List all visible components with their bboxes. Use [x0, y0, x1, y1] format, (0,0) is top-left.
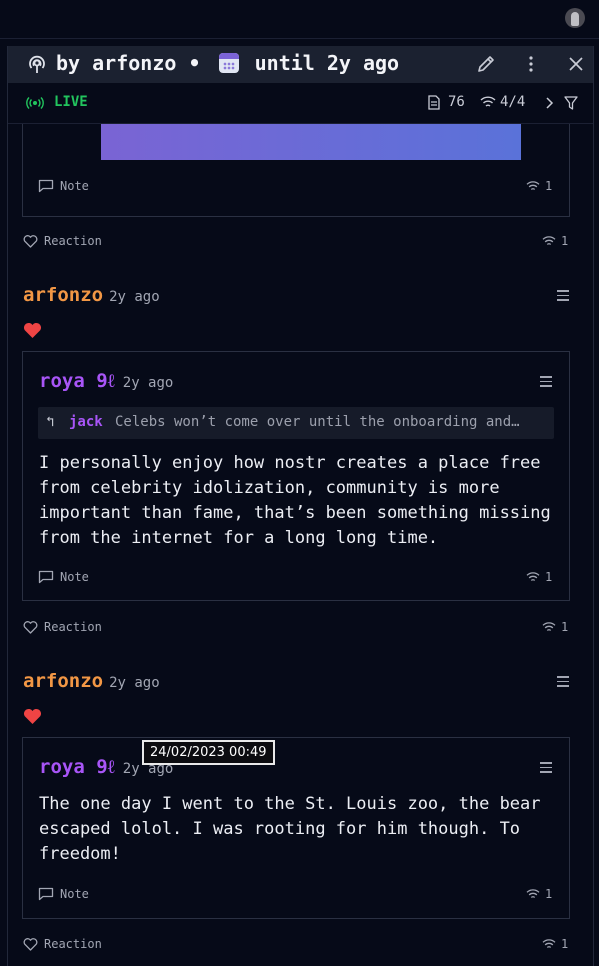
- reply-author[interactable]: jack: [69, 414, 103, 430]
- chat-icon: [38, 179, 54, 193]
- reply-text: Celebs won’t come over until the onboard…: [115, 414, 520, 430]
- heart-icon: [23, 708, 42, 724]
- zap-count: 1: [542, 620, 568, 634]
- live-label: LIVE: [54, 94, 88, 110]
- media-image[interactable]: [101, 124, 521, 160]
- reaction-button[interactable]: Reaction: [23, 234, 102, 248]
- live-dot-icon: [26, 97, 44, 109]
- reaction-label: Reaction: [44, 234, 102, 248]
- reply-arrow-icon: ↰: [46, 414, 55, 430]
- top-bar: [0, 0, 599, 39]
- timestamp[interactable]: 2y ago: [109, 675, 160, 691]
- event-feed: Note 1 Reaction 1 arfonzo 2y ago roya 9ℓ 2…: [8, 124, 593, 966]
- relay-count: 4/4: [500, 94, 526, 110]
- note-author-row: roya 9ℓ 2y ago: [39, 370, 173, 393]
- wifi-icon: [542, 622, 556, 631]
- live-bar: LIVE 76 4/4: [8, 83, 593, 124]
- chat-icon: [38, 887, 54, 901]
- note-label: Note: [60, 570, 89, 584]
- zap-count: 1: [526, 570, 552, 584]
- zap-count: 1: [542, 234, 568, 248]
- zap-count: 1: [542, 937, 568, 951]
- quoted-note-card[interactable]: roya 9ℓ 2y ago The one day I went to the …: [22, 737, 570, 919]
- panel-header: by arfonzo • until 2y ago: [8, 46, 593, 83]
- title-until: until 2y ago: [254, 51, 400, 75]
- wifi-icon: [542, 236, 556, 245]
- author-name[interactable]: arfonzo: [23, 670, 103, 692]
- note-count: 76: [448, 94, 465, 110]
- panel-title: by arfonzo • until 2y ago: [56, 51, 399, 75]
- heart-icon: [23, 621, 38, 634]
- wifi-icon: [542, 939, 556, 948]
- note-button[interactable]: Note: [38, 179, 89, 193]
- kebab-menu-icon[interactable]: [520, 53, 542, 75]
- zap-count: 1: [526, 887, 552, 901]
- wifi-icon: [526, 889, 540, 898]
- title-bullet: •: [188, 51, 201, 75]
- reaction-button[interactable]: Reaction: [23, 937, 102, 951]
- reaction-label: Reaction: [44, 620, 102, 634]
- wifi-icon: [526, 181, 540, 190]
- close-icon[interactable]: [565, 53, 587, 75]
- menu-icon[interactable]: [540, 762, 552, 773]
- chat-icon: [38, 570, 54, 584]
- author-name[interactable]: roya 9ℓ: [39, 370, 115, 392]
- note-content: I personally enjoy how nostr creates a p…: [39, 453, 551, 548]
- event-author-row: arfonzo 2y ago: [23, 670, 160, 692]
- filter-icon[interactable]: [564, 96, 578, 110]
- note-button[interactable]: Note: [38, 887, 89, 901]
- title-author: by arfonzo: [56, 51, 177, 75]
- note-label: Note: [60, 179, 89, 193]
- user-avatar[interactable]: [565, 8, 585, 28]
- zap-count: 1: [526, 179, 552, 193]
- timestamp[interactable]: 2y ago: [109, 289, 160, 305]
- heart-icon: [23, 322, 42, 338]
- heart-icon: [23, 235, 38, 248]
- quoted-note-card[interactable]: roya 9ℓ 2y ago ↰ jack Celebs won’t come o…: [22, 351, 570, 601]
- reaction-label: Reaction: [44, 937, 102, 951]
- menu-icon[interactable]: [557, 290, 569, 301]
- document-icon: [428, 95, 440, 110]
- reply-preview[interactable]: ↰ jack Celebs won’t come over until the …: [38, 407, 554, 439]
- menu-icon[interactable]: [557, 676, 569, 687]
- radio-icon: [29, 55, 45, 73]
- calendar-icon: [218, 53, 239, 73]
- timestamp-tooltip: 24/02/2023 00:49: [142, 740, 275, 765]
- reaction-button[interactable]: Reaction: [23, 620, 102, 634]
- note-button[interactable]: Note: [38, 570, 89, 584]
- author-name[interactable]: arfonzo: [23, 284, 103, 306]
- author-name[interactable]: roya 9ℓ: [39, 756, 115, 778]
- event-author-row: arfonzo 2y ago: [23, 284, 160, 306]
- wifi-icon: [480, 96, 496, 107]
- timestamp[interactable]: 2y ago: [123, 375, 174, 391]
- menu-icon[interactable]: [540, 376, 552, 387]
- event-panel: by arfonzo • until 2y ago LIVE 76 4/4 No…: [7, 46, 594, 966]
- wifi-icon: [526, 572, 540, 581]
- chevron-right-icon[interactable]: [544, 97, 554, 109]
- note-card-top[interactable]: Note 1: [22, 124, 570, 217]
- pencil-icon[interactable]: [475, 53, 497, 75]
- note-label: Note: [60, 887, 89, 901]
- heart-icon: [23, 938, 38, 951]
- note-content: The one day I went to the St. Louis zoo,…: [39, 794, 541, 864]
